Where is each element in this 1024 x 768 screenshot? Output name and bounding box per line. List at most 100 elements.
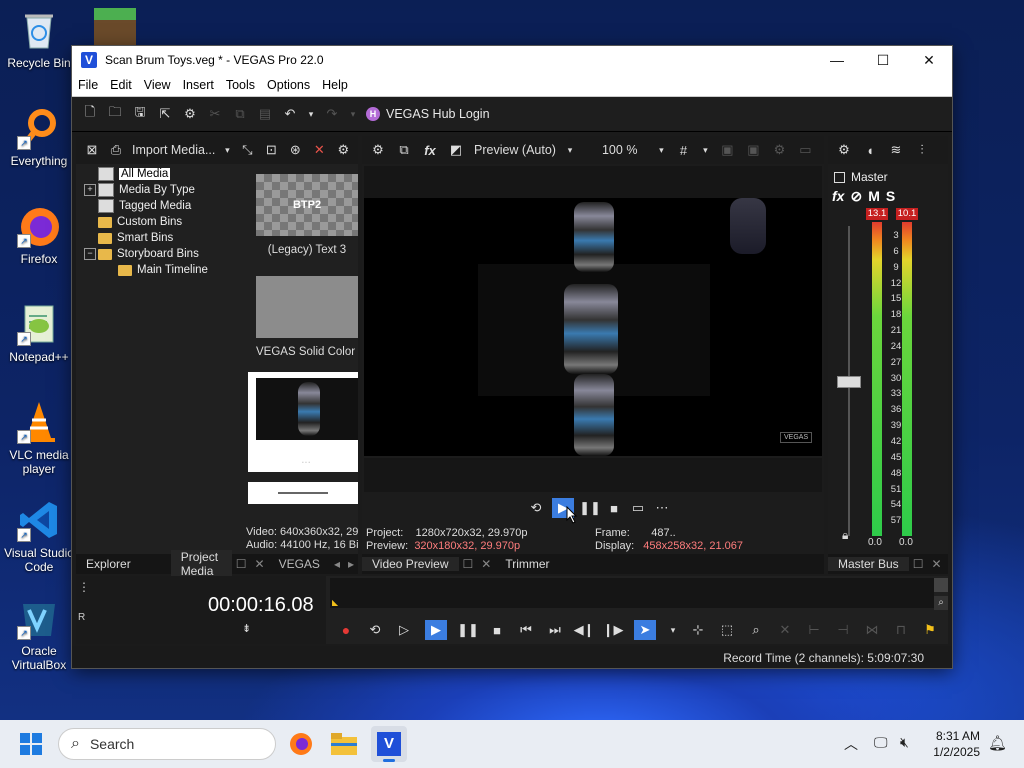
undock-icon[interactable]: ☐ bbox=[459, 557, 478, 571]
timecode-display[interactable]: 00:00:16.08 bbox=[208, 594, 314, 617]
peak-left[interactable]: 13.1 bbox=[866, 208, 888, 220]
mute-button[interactable]: M bbox=[868, 188, 880, 205]
media-fx-icon[interactable]: ⊛ bbox=[287, 142, 303, 158]
master-fx-button[interactable]: fx bbox=[832, 188, 844, 205]
next-frame-icon[interactable]: ❙▶ bbox=[603, 622, 624, 638]
lock-icon[interactable]: 🔒︎ bbox=[842, 528, 848, 543]
preview-video-frame[interactable]: VEGAS bbox=[364, 198, 822, 456]
redo-icon[interactable]: ↷ bbox=[324, 106, 340, 122]
undock-icon[interactable]: ☐ bbox=[909, 557, 928, 571]
master-checkbox[interactable] bbox=[834, 171, 845, 183]
desktop-icon-vlc[interactable]: ↗ VLC media player bbox=[1, 400, 77, 476]
grid-icon[interactable]: # bbox=[675, 142, 691, 158]
envelope-tool-icon[interactable]: ⊹ bbox=[690, 622, 706, 638]
desktop-icon-recycle-bin[interactable]: Recycle Bin bbox=[1, 8, 77, 70]
cut-icon[interactable]: ✂ bbox=[207, 106, 223, 122]
window-titlebar[interactable]: V Scan Brum Toys.veg * - VEGAS Pro 22.0 … bbox=[72, 46, 952, 74]
desktop-icon-everything[interactable]: ↗ Everything bbox=[1, 106, 77, 168]
more-options-icon[interactable]: ⋯ bbox=[654, 500, 670, 516]
loop-icon[interactable]: ⟲ bbox=[528, 500, 544, 516]
tree-item-tagged-media[interactable]: Tagged Media bbox=[76, 198, 244, 214]
expand-icon[interactable]: + bbox=[84, 184, 96, 196]
close-tab-icon[interactable]: ✕ bbox=[477, 557, 495, 571]
automation-icon[interactable]: ⊘ bbox=[850, 188, 862, 205]
record-icon[interactable]: ⊡ bbox=[263, 142, 279, 158]
media-list-scroll[interactable] bbox=[248, 482, 358, 504]
copy-snapshot-icon[interactable]: ▣ bbox=[745, 142, 761, 158]
undock-icon[interactable]: ☐ bbox=[232, 557, 251, 571]
new-file-icon[interactable]: 🗋 bbox=[82, 104, 98, 122]
tree-item-custom-bins[interactable]: Custom Bins bbox=[76, 214, 244, 230]
dim-output-icon[interactable]: ≋ bbox=[888, 142, 904, 158]
normal-edit-tool-icon[interactable]: ➤ bbox=[634, 620, 656, 640]
delete-icon[interactable]: ✕ bbox=[311, 142, 327, 158]
go-to-start-icon[interactable]: ⏮ bbox=[518, 622, 534, 638]
preview-quality-dropdown[interactable]: Preview (Auto) bbox=[474, 143, 556, 157]
marker-flag-icon[interactable]: ⚑ bbox=[922, 622, 938, 638]
media-item[interactable]: BTP2 (Legacy) Text 3 bbox=[256, 174, 358, 256]
close-tab-icon[interactable]: ✕ bbox=[927, 557, 945, 571]
tab-vegas[interactable]: VEGAS bbox=[269, 557, 330, 571]
taskbar-clock[interactable]: 8:31 AM 1/2/2025 bbox=[933, 728, 980, 760]
explorer-settings-gear-icon[interactable]: ⚙ bbox=[335, 142, 351, 158]
safe-areas-icon[interactable]: ▭ bbox=[797, 142, 813, 158]
import-media-icon[interactable]: ⎙ bbox=[108, 142, 124, 158]
vegas-hub-login[interactable]: H VEGAS Hub Login bbox=[366, 107, 490, 121]
external-monitor-icon[interactable]: ⧉ bbox=[396, 142, 412, 158]
zoom-search-icon[interactable]: ⌕ bbox=[934, 596, 948, 610]
quality-dropdown-icon[interactable]: ▾ bbox=[566, 142, 574, 158]
split-icon[interactable]: ⋈ bbox=[864, 622, 880, 638]
timeline-stop-button[interactable]: ■ bbox=[489, 622, 505, 638]
delete-tool-icon[interactable]: ✕ bbox=[777, 622, 793, 638]
save-icon[interactable]: 🖫 bbox=[132, 104, 148, 122]
selection-tool-icon[interactable]: ⬚ bbox=[719, 622, 735, 638]
desktop-icon-firefox[interactable]: ↗ Firefox bbox=[1, 204, 77, 266]
master-fader-handle[interactable] bbox=[837, 376, 861, 388]
undo-icon[interactable]: ↶ bbox=[282, 106, 298, 122]
tab-master-bus[interactable]: Master Bus bbox=[828, 557, 909, 571]
capture-icon[interactable]: ⤡ bbox=[239, 142, 255, 158]
grid-dropdown-icon[interactable]: ▾ bbox=[701, 142, 709, 158]
loop-playback-icon[interactable]: ⟲ bbox=[367, 622, 383, 638]
media-item[interactable]: VEGAS Solid Color 1 bbox=[256, 276, 358, 358]
downmix-icon[interactable]: ◖ bbox=[862, 142, 878, 158]
timeline-ruler[interactable]: ◣ bbox=[330, 578, 934, 608]
timeline-play-button[interactable]: ▶ bbox=[425, 620, 447, 640]
paste-icon[interactable]: ▤ bbox=[257, 106, 273, 122]
tab-scroll-right-icon[interactable]: ▸ bbox=[344, 557, 358, 571]
master-settings-gear-icon[interactable]: ⚙ bbox=[836, 142, 852, 158]
tree-item-media-by-type[interactable]: + Media By Type bbox=[76, 182, 244, 198]
menu-file[interactable]: File bbox=[72, 78, 104, 92]
close-tab-icon[interactable]: ✕ bbox=[251, 557, 269, 571]
video-fx-icon[interactable]: fx bbox=[422, 142, 438, 158]
copy-icon[interactable]: ⧉ bbox=[232, 106, 248, 122]
taskbar-vegas[interactable]: V bbox=[371, 726, 407, 762]
taskbar-firefox[interactable] bbox=[283, 726, 319, 762]
play-from-start-icon[interactable]: ▷ bbox=[396, 622, 412, 638]
menu-edit[interactable]: Edit bbox=[104, 78, 138, 92]
tab-project-media[interactable]: Project Media bbox=[170, 550, 232, 578]
peak-right[interactable]: 10.1 bbox=[896, 208, 918, 220]
collapse-icon[interactable]: − bbox=[84, 248, 96, 260]
tab-video-preview[interactable]: Video Preview bbox=[362, 557, 459, 571]
menu-view[interactable]: View bbox=[138, 78, 177, 92]
desktop-icon-vscode[interactable]: ↗ Visual Studio Code bbox=[1, 498, 77, 574]
timeline-scroll-button[interactable] bbox=[934, 578, 948, 592]
close-button[interactable]: ✕ bbox=[906, 46, 952, 74]
redo-dropdown-icon[interactable]: ▾ bbox=[349, 106, 357, 122]
pause-button[interactable]: ❚❚ bbox=[579, 500, 601, 516]
menu-options[interactable]: Options bbox=[261, 78, 316, 92]
minimize-button[interactable]: — bbox=[814, 46, 860, 74]
tree-item-main-timeline[interactable]: Main Timeline bbox=[76, 262, 244, 278]
undo-dropdown-icon[interactable]: ▾ bbox=[307, 106, 315, 122]
lock-event-icon[interactable]: ⊓ bbox=[893, 622, 909, 638]
tree-item-smart-bins[interactable]: Smart Bins bbox=[76, 230, 244, 246]
menu-tools[interactable]: Tools bbox=[220, 78, 261, 92]
open-folder-icon[interactable]: 🗀 bbox=[107, 104, 123, 122]
maximize-button[interactable]: ☐ bbox=[860, 46, 906, 74]
zoom-tool-icon[interactable]: ⌕ bbox=[748, 622, 764, 638]
trim-start-icon[interactable]: ⊢ bbox=[806, 622, 822, 638]
taskbar-file-explorer[interactable] bbox=[326, 726, 362, 762]
overlays-icon[interactable]: ⚙ bbox=[771, 142, 787, 158]
tab-explorer[interactable]: Explorer bbox=[76, 557, 141, 571]
